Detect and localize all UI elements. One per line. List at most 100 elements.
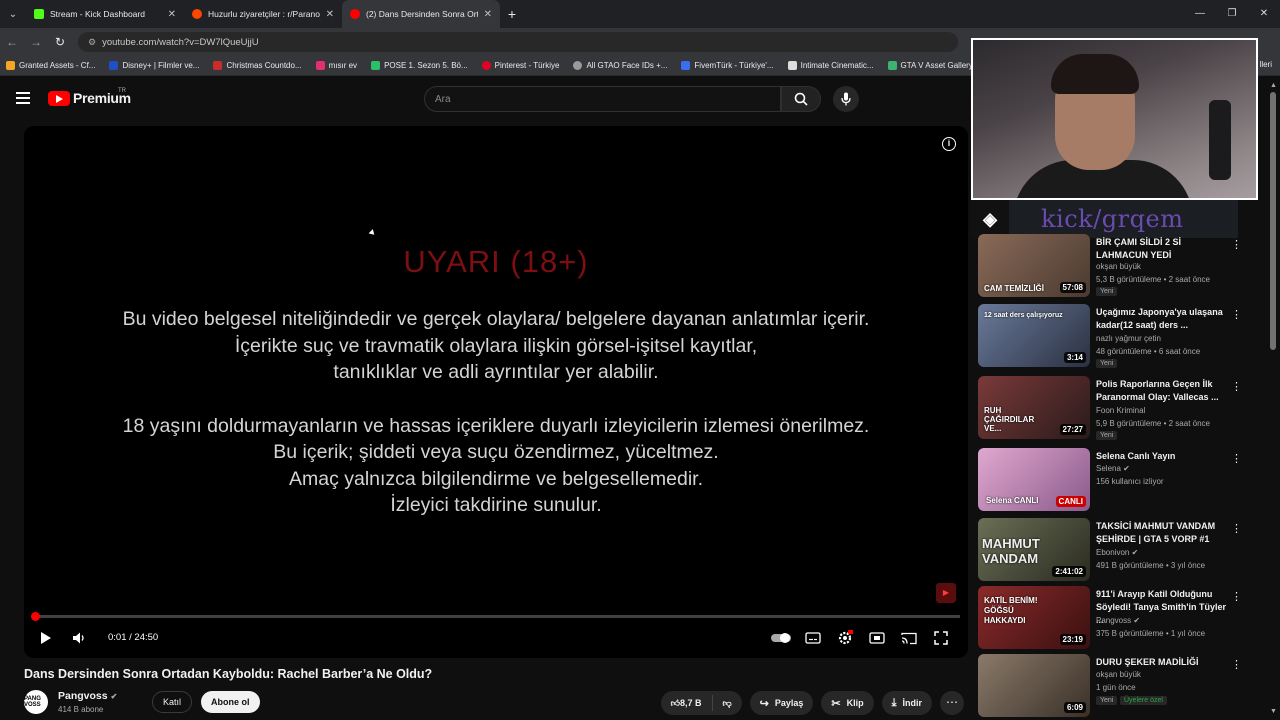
bookmark[interactable]: Disney+ | Filmler ve... [109, 61, 199, 70]
fullscreen-button[interactable] [932, 629, 950, 647]
channel-watermark-icon[interactable]: ▶ [936, 583, 956, 603]
bookmark[interactable]: POSE 1. Sezon 5. Bö... [371, 61, 468, 70]
more-options-icon[interactable]: ⋮ [1231, 590, 1242, 603]
scrollbar[interactable] [1270, 92, 1276, 350]
warning-line: tanıklıklar ve adli ayrıntılar yer alabi… [333, 361, 659, 383]
tab-reddit[interactable]: Huzurlu ziyaretçiler : r/Paranorm ✕ [184, 0, 342, 28]
video-thumbnail[interactable]: Selena CANLI CANLI [978, 448, 1090, 511]
bookmark[interactable]: FivemTürk - Türkiye'... [681, 61, 774, 70]
bookmark-label: Granted Assets - Cf... [19, 61, 96, 70]
subtitles-button[interactable] [804, 629, 822, 647]
bookmark[interactable]: Christmas Countdo... [213, 61, 302, 70]
channel-name-text: Pangvoss [1096, 616, 1132, 625]
star-icon [213, 61, 223, 70]
back-icon[interactable]: ← [0, 35, 24, 49]
bookmark-icon [887, 61, 897, 70]
list-item[interactable]: KATİL BENİM! GÖĞSÜ HAKKAYDI 23:19 911'i … [978, 586, 1248, 652]
play-button[interactable] [38, 629, 54, 647]
theater-mode-button[interactable] [868, 629, 886, 647]
scroll-up-icon[interactable]: ▲ [1270, 82, 1277, 89]
video-actions: 👍︎ 8,7 B 👎︎ ↪ Paylaş ✂ Klip ⤓ İndir ⋯ [660, 691, 964, 715]
menu-icon[interactable] [16, 92, 30, 104]
warning-line: Amaç yalnızca bilgilendirme ve belgesell… [288, 467, 704, 490]
download-button[interactable]: ⤓ İndir [881, 691, 932, 715]
more-options-icon[interactable]: ⋮ [1231, 380, 1242, 393]
channel-avatar[interactable]: PANG VOSS [24, 690, 48, 714]
autoplay-toggle[interactable] [770, 629, 792, 647]
tab-kick-dashboard[interactable]: Stream - Kick Dashboard ✕ [26, 0, 184, 28]
list-item[interactable]: CAM TEMİZLİĞİ 57:08 BİR ÇAMI SİLDİ 2 Sİ … [978, 234, 1248, 300]
video-thumbnail[interactable]: MAHMUT VANDAM 2:41:02 [978, 518, 1090, 581]
tab-youtube[interactable]: (2) Dans Dersinden Sonra Ortad ✕ [342, 0, 500, 28]
video-thumbnail[interactable]: RUH ÇAĞIRDILAR VE... 27:27 [978, 376, 1090, 439]
join-button[interactable]: Katıl [152, 691, 193, 713]
thumbnail-text: MAHMUT VANDAM [982, 536, 1040, 566]
list-item[interactable]: RUH ÇAĞIRDILAR VE... 27:27 Polis Raporla… [978, 376, 1248, 442]
bookmark[interactable]: mısır ev [315, 61, 357, 70]
list-item[interactable]: 12 saat ders çalışıyoruz 3:14 Uçağımız J… [978, 304, 1248, 370]
clip-button[interactable]: ✂ Klip [821, 691, 874, 715]
list-item[interactable]: MAHMUT VANDAM 2:41:02 TAKSİCİ MAHMUT VAN… [978, 518, 1248, 584]
more-actions-icon[interactable]: ⋯ [940, 691, 964, 715]
duration-badge: 6:09 [1063, 702, 1086, 713]
more-options-icon[interactable]: ⋮ [1231, 452, 1242, 465]
scroll-down-icon[interactable]: ▼ [1270, 708, 1277, 715]
warning-line: İzleyici takdirine sunulur. [390, 494, 602, 516]
new-tab-icon[interactable]: + [500, 6, 524, 22]
warning-line: Bu içerik; şiddeti veya suçu özendirmez,… [273, 441, 719, 463]
cast-icon [901, 632, 917, 644]
forward-icon[interactable]: → [24, 35, 48, 49]
more-options-icon[interactable]: ⋮ [1231, 658, 1242, 671]
close-icon[interactable]: ✕ [484, 9, 492, 20]
other-bookmarks[interactable]: lleri [1260, 60, 1272, 69]
share-button[interactable]: ↪ Paylaş [749, 691, 814, 715]
video-thumbnail[interactable]: KATİL BENİM! GÖĞSÜ HAKKAYDI 23:19 [978, 586, 1090, 649]
more-options-icon[interactable]: ⋮ [1231, 308, 1242, 321]
bookmark[interactable]: Intimate Cinematic... [787, 61, 874, 70]
subscribe-button[interactable]: Abone ol [201, 691, 260, 713]
close-window-icon[interactable]: ✕ [1248, 0, 1280, 28]
search-button[interactable] [781, 86, 821, 112]
close-icon[interactable]: ✕ [168, 9, 176, 20]
more-options-icon[interactable]: ⋮ [1231, 238, 1242, 251]
more-options-icon[interactable]: ⋮ [1231, 522, 1242, 535]
dislike-button[interactable]: 👎︎ [713, 698, 742, 709]
settings-button[interactable] [836, 629, 854, 647]
video-thumbnail[interactable]: 12 saat ders çalışıyoruz 3:14 [978, 304, 1090, 367]
close-icon[interactable]: ✕ [326, 9, 334, 20]
bookmark[interactable]: Granted Assets - Cf... [6, 61, 95, 70]
duration-badge: 3:14 [1063, 352, 1086, 363]
bookmark[interactable]: GTA V Asset Gallery [887, 61, 973, 70]
list-item[interactable]: 6:09 DURU ŞEKER MADİLİĞİ okşan büyük 1 g… [978, 654, 1248, 720]
list-item[interactable]: Selena CANLI CANLI Selena Canlı Yayın Se… [978, 448, 1248, 514]
video-thumbnail[interactable]: 6:09 [978, 654, 1090, 717]
channel-name: nazlı yağmur çetin [1096, 334, 1161, 343]
download-icon: ⤓ [891, 696, 897, 709]
channel-name-link[interactable]: Pangvoss ✔ [58, 690, 117, 702]
tab-search-icon[interactable]: ⌄ [0, 0, 26, 28]
thumbnail-text: RUH ÇAĞIRDILAR VE... [984, 406, 1035, 433]
cast-button[interactable] [900, 629, 918, 647]
address-bar[interactable]: ⚙ youtube.com/watch?v=DW7lQueUjjU [78, 32, 958, 52]
site-info-icon[interactable]: ⚙ [88, 37, 96, 48]
video-player[interactable]: i UYARI (18+) Bu video belgesel niteliği… [24, 126, 968, 658]
like-button[interactable]: 👍︎ 8,7 B [661, 698, 712, 709]
channel-name: Pangvoss ✔ [1096, 616, 1140, 625]
minimize-icon[interactable]: — [1184, 0, 1216, 28]
info-icon[interactable]: i [942, 137, 956, 151]
live-badge: CANLI [1055, 496, 1086, 507]
restore-icon[interactable]: ❐ [1216, 0, 1248, 28]
channel-name-text: Selena [1096, 464, 1121, 473]
search-placeholder: Ara [435, 93, 451, 105]
bookmark[interactable]: All GTAO Face IDs +... [573, 61, 667, 70]
like-count: 8,7 B [680, 698, 702, 708]
youtube-premium-logo[interactable]: Premium TR [48, 88, 131, 106]
webcam-overlay [971, 38, 1258, 200]
reload-icon[interactable]: ↻ [48, 35, 72, 49]
volume-button[interactable] [70, 629, 88, 647]
search-input[interactable]: Ara [424, 86, 781, 112]
video-thumbnail[interactable]: CAM TEMİZLİĞİ 57:08 [978, 234, 1090, 297]
bookmark[interactable]: Pinterest - Türkiye [481, 61, 559, 70]
voice-search-button[interactable] [833, 86, 859, 112]
video-title: Selena Canlı Yayın [1096, 451, 1176, 461]
